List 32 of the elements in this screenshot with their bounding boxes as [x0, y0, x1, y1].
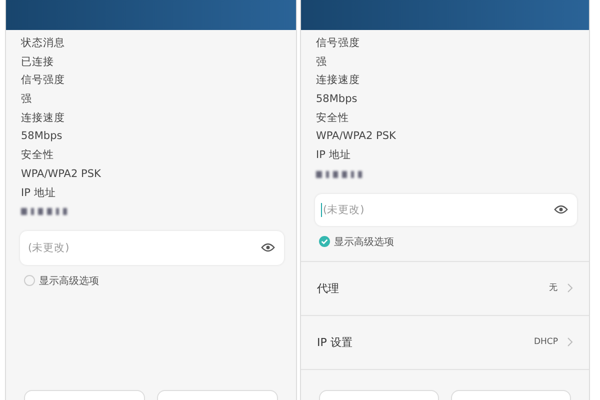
setting-label: IP 设置 [317, 334, 354, 350]
info-text: 连接速度 [316, 73, 361, 88]
chevron-icon [567, 337, 573, 347]
settings-row[interactable]: 代理 无 [301, 262, 589, 316]
setting-label: 代理 [317, 280, 340, 296]
info-text: 状态消息 [21, 36, 66, 51]
password-field[interactable]: (未更改) [20, 230, 284, 265]
info-text: 安全性 [21, 148, 55, 164]
info-text: IP 地址 [316, 148, 352, 164]
info-text: 连接速度 [21, 110, 66, 126]
setting-value: 无 [549, 282, 558, 294]
info-text: 信号强度 [316, 36, 361, 51]
info-text: 已连接 [21, 54, 55, 70]
info-text: 58Mbps [316, 92, 358, 108]
eye-icon[interactable] [554, 204, 568, 215]
checkbox[interactable] [319, 236, 330, 247]
checkbox-label: 显示高级选项 [39, 274, 99, 288]
info-text: 58Mbps [21, 129, 64, 144]
info-text: 强 [316, 54, 328, 70]
info-text: WPA/WPA2 PSK [316, 129, 397, 144]
eye-icon[interactable] [261, 242, 275, 254]
info-text: 信号强度 [21, 73, 66, 88]
setting-value: DHCP [534, 337, 558, 347]
checkbox-label: 显示高级选项 [334, 236, 394, 248]
info-text: 安全性 [316, 110, 350, 126]
password-field[interactable]: (未更改) [315, 194, 577, 226]
chevron-icon [567, 283, 573, 293]
settings-row[interactable]: IP 设置 DHCP [301, 316, 589, 370]
info-text: WPA/WPA2 PSK [21, 166, 102, 182]
info-text: 强 [21, 92, 33, 108]
info-text: IP 地址 [21, 186, 57, 200]
checkbox[interactable] [24, 275, 35, 286]
